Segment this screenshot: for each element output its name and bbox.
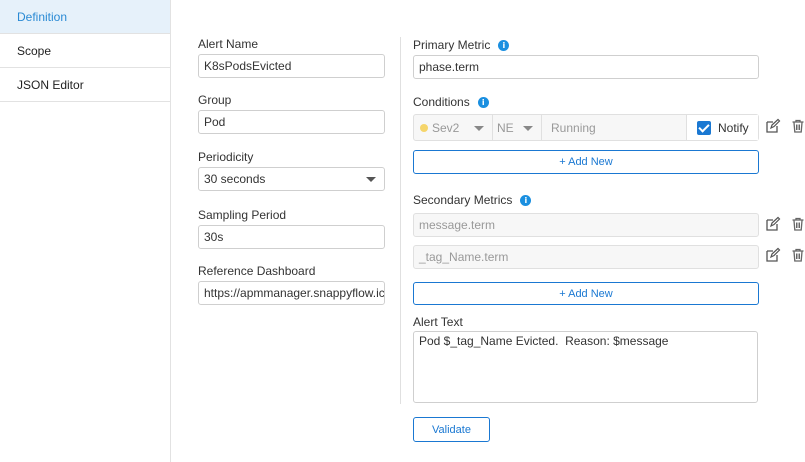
severity-value: Sev2: [432, 120, 460, 135]
secondary-metric-input[interactable]: message.term: [413, 213, 759, 237]
notify-label: Notify: [718, 120, 749, 135]
trash-icon[interactable]: [790, 247, 805, 263]
edit-icon[interactable]: [765, 216, 781, 232]
reference-dashboard-label: Reference Dashboard: [198, 264, 316, 278]
chevron-down-icon: [474, 126, 484, 131]
chevron-down-icon: [523, 126, 533, 131]
reference-dashboard-input[interactable]: https://apmmanager.snappyflow.ic: [198, 281, 385, 305]
edit-icon[interactable]: [765, 247, 781, 263]
alert-name-label: Alert Name: [198, 37, 259, 51]
alert-text-label: Alert Text: [413, 315, 463, 329]
primary-metric-input[interactable]: phase.term: [413, 55, 759, 79]
column-divider: [400, 37, 401, 404]
sidebar-item-definition[interactable]: Definition: [0, 0, 170, 34]
group-input[interactable]: Pod: [198, 110, 385, 134]
trash-icon[interactable]: [790, 118, 805, 134]
sampling-period-label: Sampling Period: [198, 208, 287, 222]
chevron-down-icon: [366, 177, 376, 182]
sidebar-item-scope[interactable]: Scope: [0, 34, 170, 68]
info-icon[interactable]: i: [477, 97, 489, 109]
alert-text-input[interactable]: Pod $_tag_Name Evicted. Reason: $message: [413, 331, 758, 403]
operator-select[interactable]: NE: [493, 115, 542, 140]
sidebar-item-json-editor[interactable]: JSON Editor: [0, 68, 170, 102]
primary-metric-label-text: Primary Metric: [413, 38, 491, 52]
condition-value-input[interactable]: Running: [542, 115, 687, 140]
add-secondary-metric-button[interactable]: + Add New: [413, 282, 759, 305]
operator-value: NE: [497, 120, 514, 135]
add-condition-button[interactable]: + Add New: [413, 150, 759, 174]
conditions-label: Conditions i: [413, 95, 489, 109]
notify-checkbox[interactable]: [697, 120, 711, 135]
secondary-metrics-label-text: Secondary Metrics: [413, 193, 513, 207]
trash-icon[interactable]: [790, 216, 805, 232]
condition-row: Sev2 NE Running Notify: [413, 114, 759, 141]
primary-metric-label: Primary Metric i: [413, 38, 510, 52]
periodicity-label: Periodicity: [198, 150, 254, 164]
secondary-metrics-label: Secondary Metrics i: [413, 193, 532, 207]
secondary-metric-input[interactable]: _tag_Name.term: [413, 245, 759, 269]
severity-select[interactable]: Sev2: [414, 115, 493, 140]
info-icon[interactable]: i: [520, 195, 532, 207]
validate-button[interactable]: Validate: [413, 417, 490, 442]
sampling-period-input[interactable]: 30s: [198, 225, 385, 249]
sev2-dot-icon: [420, 123, 428, 132]
alert-name-input[interactable]: K8sPodsEvicted: [198, 54, 385, 78]
periodicity-value: 30 seconds: [204, 172, 266, 186]
conditions-label-text: Conditions: [413, 95, 470, 109]
group-label: Group: [198, 93, 232, 107]
edit-icon[interactable]: [765, 118, 781, 134]
sidebar: Definition Scope JSON Editor: [0, 0, 171, 462]
notify-toggle[interactable]: Notify: [687, 115, 758, 140]
periodicity-select[interactable]: 30 seconds: [198, 167, 385, 191]
info-icon[interactable]: i: [498, 40, 510, 52]
